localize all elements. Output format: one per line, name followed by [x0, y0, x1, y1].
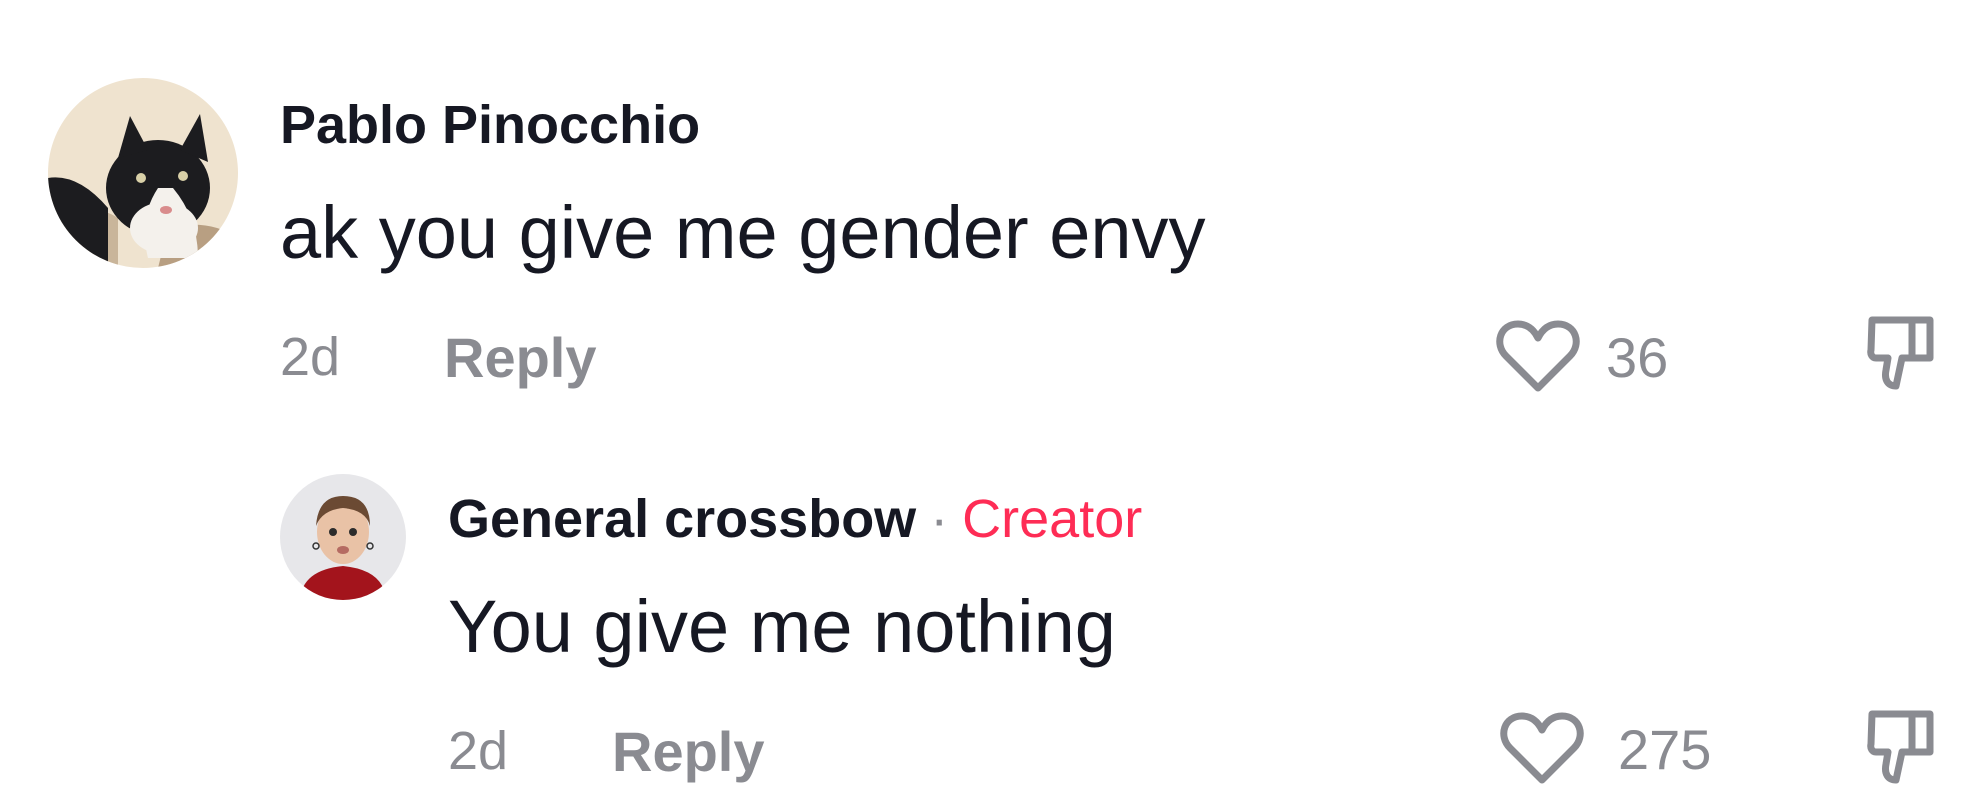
thumbs-down-icon[interactable]: [1866, 706, 1936, 788]
author-name[interactable]: General crossbow: [448, 489, 916, 549]
creator-badge: Creator: [962, 489, 1143, 549]
comment-author[interactable]: Pablo Pinocchio: [280, 98, 700, 152]
avatar[interactable]: [48, 78, 238, 268]
comment-timestamp: 2d: [448, 721, 509, 781]
like-count: 275: [1618, 718, 1712, 781]
author-name[interactable]: Pablo Pinocchio: [280, 95, 700, 155]
reply-button[interactable]: Reply: [612, 724, 765, 780]
avatar[interactable]: [280, 474, 406, 600]
separator-dot: ·: [930, 489, 949, 549]
person-avatar-icon: [280, 474, 406, 600]
cat-avatar-icon: [48, 78, 238, 268]
heart-outline-icon[interactable]: [1500, 710, 1584, 786]
like-count: 36: [1606, 326, 1669, 389]
comment-text: You give me nothing: [448, 585, 1116, 668]
heart-outline-icon[interactable]: [1496, 318, 1580, 394]
comment-text: ak you give me gender envy: [280, 191, 1206, 274]
reply-button[interactable]: Reply: [444, 330, 597, 386]
thumbs-down-icon[interactable]: [1866, 312, 1936, 394]
comment-timestamp: 2d: [280, 327, 341, 387]
comment-author: General crossbow · Creator: [448, 492, 1142, 546]
